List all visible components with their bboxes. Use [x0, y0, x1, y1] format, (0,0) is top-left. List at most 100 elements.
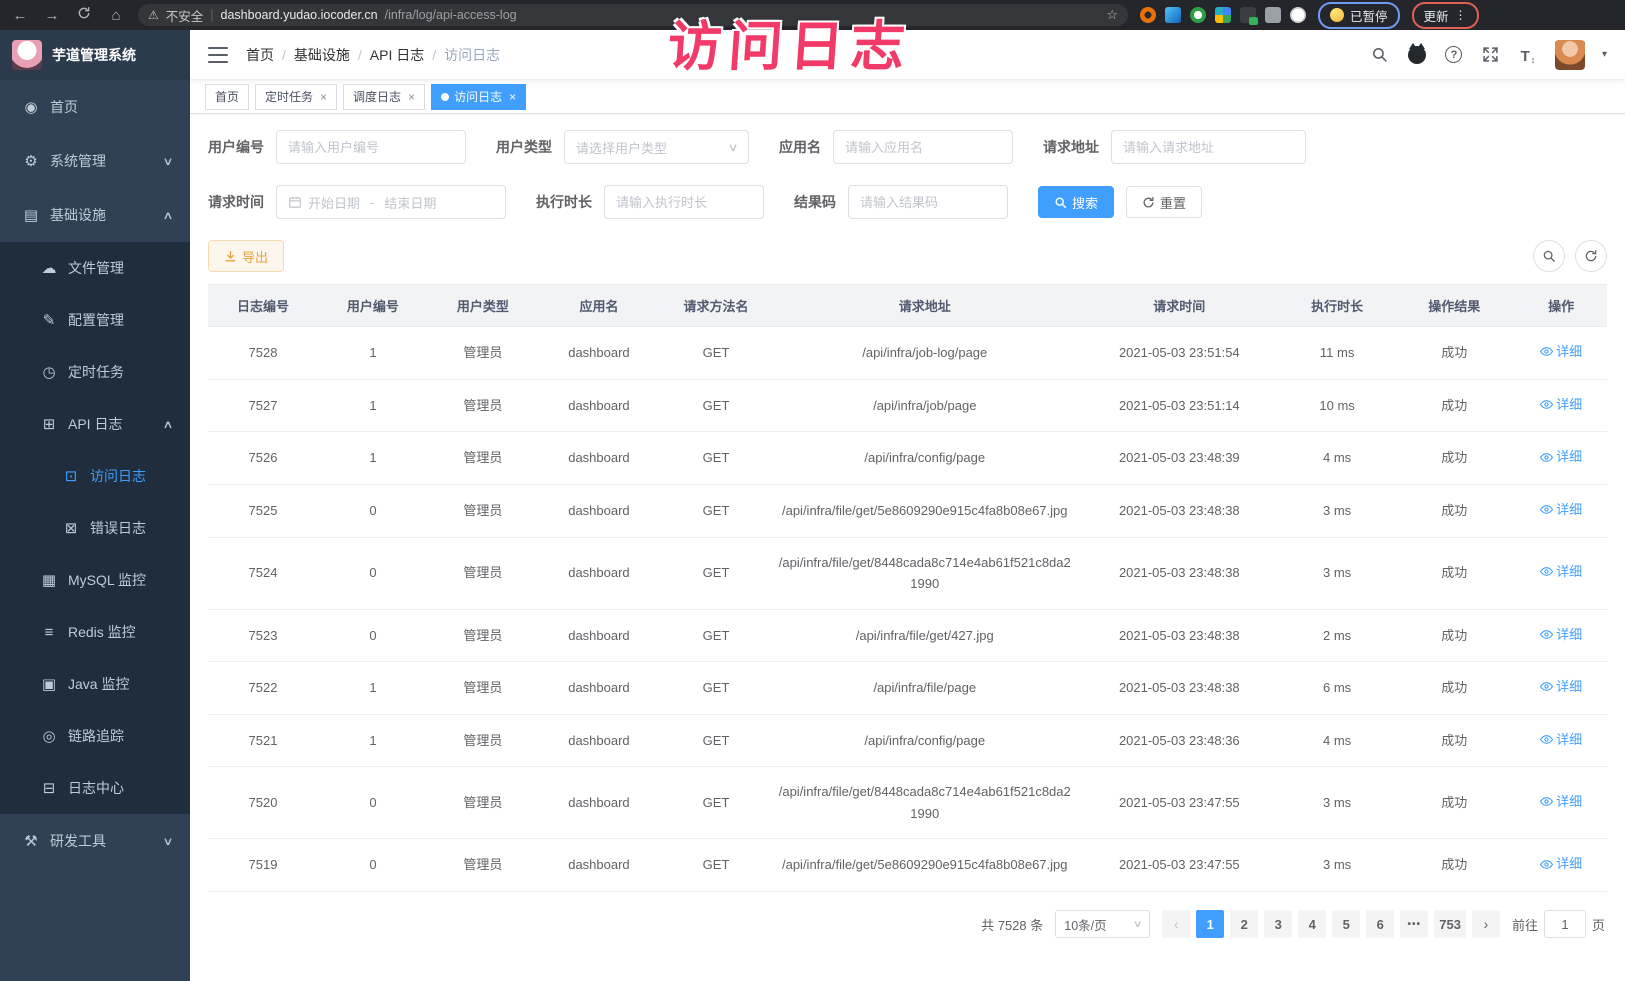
result-code-input[interactable]: [860, 195, 996, 210]
toggle-search-button[interactable]: [1533, 240, 1565, 272]
detail-link[interactable]: 详细: [1540, 561, 1582, 582]
detail-link[interactable]: 详细: [1540, 394, 1582, 415]
breadcrumb-item-home[interactable]: 首页: [246, 45, 274, 65]
sidebar-item-mysql-monitor[interactable]: ▦MySQL 监控: [0, 554, 190, 606]
sidebar-item-system-management[interactable]: ⚙系统管理∨: [0, 134, 190, 188]
user-type-select[interactable]: 请选择用户类型 ∨: [564, 130, 749, 164]
sidebar-item-access-log[interactable]: ⊡访问日志: [0, 450, 190, 502]
extension-puzzle-icon[interactable]: [1290, 7, 1306, 23]
access-log-table: 日志编号用户编号用户类型应用名请求方法名请求地址请求时间执行时长操作结果操作 7…: [208, 284, 1607, 892]
page-button-4[interactable]: 4: [1298, 910, 1326, 938]
extension-gray-icon[interactable]: [1265, 7, 1281, 23]
page-button-1[interactable]: 1: [1196, 910, 1224, 938]
user-avatar[interactable]: [1555, 40, 1585, 70]
detail-link[interactable]: 详细: [1540, 853, 1582, 874]
request-url-input[interactable]: [1123, 140, 1294, 155]
browser-forward-icon[interactable]: →: [42, 7, 62, 24]
page-button-753[interactable]: 753: [1434, 910, 1466, 938]
sidebar-item-error-log[interactable]: ⊠错误日志: [0, 502, 190, 554]
font-size-icon[interactable]: T↕: [1518, 45, 1538, 65]
table-row: 75200管理员dashboardGET/api/infra/file/get/…: [208, 767, 1607, 839]
detail-link[interactable]: 详细: [1540, 676, 1582, 697]
app-name-input[interactable]: [845, 140, 1001, 155]
sidebar-item-api-log[interactable]: ⊞API 日志∧: [0, 398, 190, 450]
tab-schedule-log[interactable]: 调度日志×: [343, 84, 425, 110]
chevron-down-icon: ∨: [162, 155, 173, 168]
cell-method: GET: [660, 484, 772, 537]
extension-orange-icon[interactable]: [1140, 7, 1156, 23]
breadcrumb-item-infrastructure[interactable]: 基础设施: [294, 45, 350, 65]
detail-link[interactable]: 详细: [1540, 624, 1582, 645]
sidebar-item-java-monitor[interactable]: ▣Java 监控: [0, 658, 190, 710]
header-search-icon[interactable]: [1370, 45, 1390, 65]
page-button-2[interactable]: 2: [1230, 910, 1258, 938]
github-icon[interactable]: [1407, 45, 1427, 65]
breadcrumb-item-api-log[interactable]: API 日志: [370, 45, 424, 65]
refresh-table-button[interactable]: [1575, 240, 1607, 272]
paused-badge[interactable]: 已暂停: [1318, 2, 1400, 29]
page-button-6[interactable]: 6: [1366, 910, 1394, 938]
fullscreen-icon[interactable]: [1481, 45, 1501, 65]
detail-link[interactable]: 详细: [1540, 446, 1582, 467]
detail-link[interactable]: 详细: [1540, 729, 1582, 750]
sidebar-item-infrastructure[interactable]: ▤基础设施∧: [0, 188, 190, 242]
browser-reload-icon[interactable]: [74, 6, 94, 24]
filter-user-id: 用户编号: [208, 130, 466, 164]
sidebar-toggle-icon[interactable]: [208, 47, 228, 63]
cell-url: /api/infra/config/page: [772, 432, 1077, 485]
sidebar-logo[interactable]: 芋道管理系统: [0, 30, 190, 80]
sidebar-item-config-management[interactable]: ✎配置管理: [0, 294, 190, 346]
detail-link[interactable]: 详细: [1540, 341, 1582, 362]
reset-button[interactable]: 重置: [1126, 186, 1202, 218]
search-button[interactable]: 搜索: [1038, 186, 1114, 218]
extension-green-icon[interactable]: [1190, 7, 1206, 23]
close-tab-icon[interactable]: ×: [509, 90, 516, 104]
gear-icon: ⚙: [20, 152, 42, 170]
more-pages-icon[interactable]: •••: [1400, 910, 1428, 938]
extension-shield-icon[interactable]: [1165, 7, 1181, 23]
page-jump-input[interactable]: [1544, 910, 1586, 938]
sidebar-item-log-center[interactable]: ⊟日志中心: [0, 762, 190, 814]
sidebar-item-file-management[interactable]: ☁文件管理: [0, 242, 190, 294]
duration-input[interactable]: [616, 195, 752, 210]
browser-menu-icon[interactable]: ⋮: [1455, 8, 1467, 22]
cell-user-id: 0: [318, 839, 428, 892]
cell-method: GET: [660, 662, 772, 715]
sidebar-item-scheduled-tasks[interactable]: ◷定时任务: [0, 346, 190, 398]
close-tab-icon[interactable]: ×: [408, 90, 415, 104]
sidebar-item-home[interactable]: ◉首页: [0, 80, 190, 134]
user-id-input[interactable]: [288, 140, 454, 155]
detail-link[interactable]: 详细: [1540, 499, 1582, 520]
page-button-5[interactable]: 5: [1332, 910, 1360, 938]
bookmark-star-icon[interactable]: ☆: [1106, 7, 1118, 23]
extension-translate-icon[interactable]: [1240, 7, 1256, 23]
cell-app: dashboard: [538, 767, 660, 839]
tab-scheduled-tasks[interactable]: 定时任务×: [255, 84, 337, 110]
cell-method: GET: [660, 839, 772, 892]
cell-user-id: 1: [318, 327, 428, 380]
tab-home[interactable]: 首页: [205, 84, 249, 110]
update-button[interactable]: 更新 ⋮: [1412, 2, 1479, 29]
extension-grid-icon[interactable]: [1215, 7, 1231, 23]
avatar-caret-icon[interactable]: ▾: [1602, 49, 1607, 60]
sidebar-item-trace[interactable]: ◎链路追踪: [0, 710, 190, 762]
close-tab-icon[interactable]: ×: [320, 90, 327, 104]
browser-back-icon[interactable]: ←: [10, 7, 30, 24]
page-button-3[interactable]: 3: [1264, 910, 1292, 938]
address-bar[interactable]: ⚠ 不安全 | dashboard.yudao.iocoder.cn /infr…: [138, 4, 1128, 26]
tab-access-log[interactable]: 访问日志×: [431, 84, 526, 110]
export-button[interactable]: 导出: [208, 240, 284, 272]
help-icon[interactable]: ?: [1444, 45, 1464, 65]
sidebar-item-redis-monitor[interactable]: ≡Redis 监控: [0, 606, 190, 658]
cell-result: 成功: [1393, 432, 1515, 485]
detail-link[interactable]: 详细: [1540, 791, 1582, 812]
date-range-picker[interactable]: 开始日期 - 结束日期: [276, 185, 506, 219]
next-page-button[interactable]: ›: [1472, 910, 1500, 938]
sidebar-item-dev-tools[interactable]: ⚒研发工具∨: [0, 814, 190, 868]
cell-url: /api/infra/config/page: [772, 714, 1077, 767]
page-size-select[interactable]: 10条/页 ∨: [1055, 910, 1150, 938]
table-row: 75230管理员dashboardGET/api/infra/file/get/…: [208, 609, 1607, 662]
browser-home-icon[interactable]: ⌂: [106, 7, 126, 24]
previous-page-button[interactable]: ‹: [1162, 910, 1190, 938]
cell-action: 详细: [1515, 714, 1607, 767]
